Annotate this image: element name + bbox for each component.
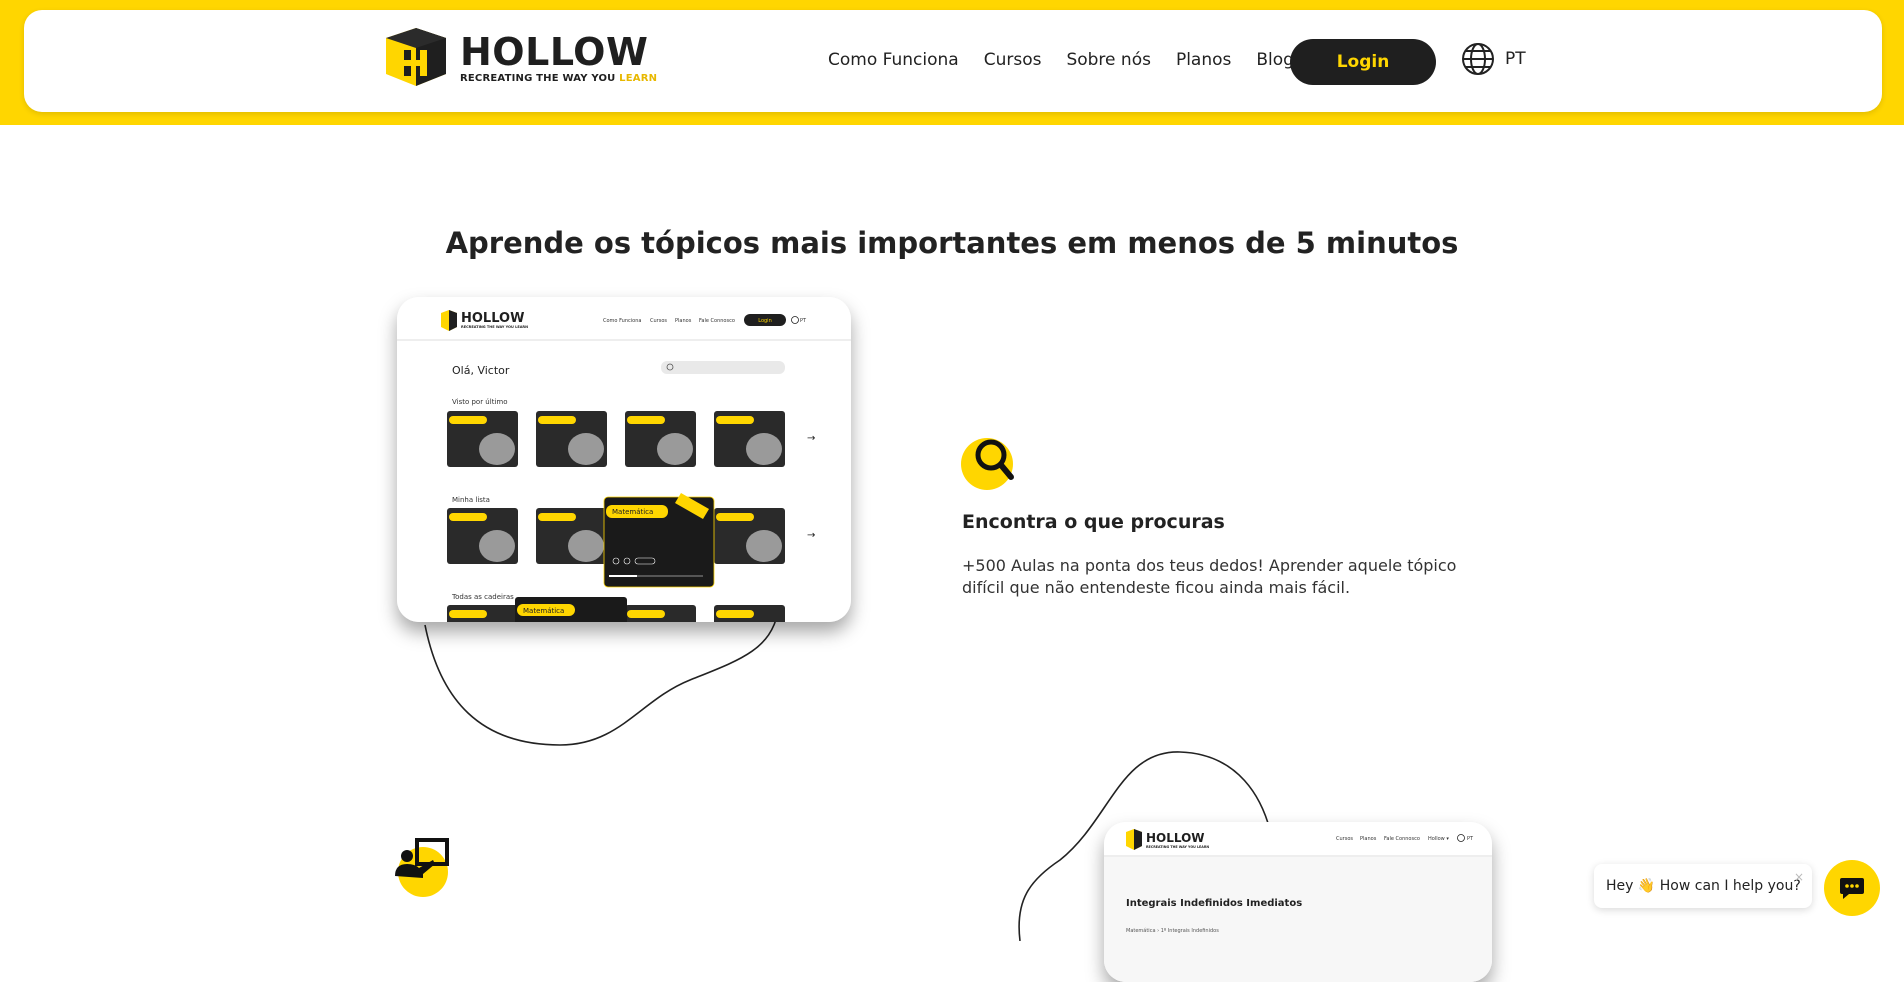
- language-label: PT: [1505, 49, 1526, 69]
- lesson-mockup-image: HOLLOW RECREATING THE WAY YOU LEARN Curs…: [1104, 822, 1492, 982]
- svg-text:Olá, Victor: Olá, Victor: [452, 364, 510, 377]
- svg-text:Todas as cadeiras: Todas as cadeiras: [451, 593, 514, 601]
- mock-nav-0: Como Funciona: [603, 318, 641, 324]
- nav-link-sobre-nos[interactable]: Sobre nós: [1066, 50, 1151, 70]
- mock-nav-3: Fale Connosco: [699, 318, 735, 324]
- svg-text:Hollow ▾: Hollow ▾: [1428, 836, 1449, 842]
- feature-description: +500 Aulas na ponta dos teus dedos! Apre…: [962, 556, 1457, 597]
- svg-text:Matemática › 1º Integrais In: Matemática › 1º Integrais Indefinidos: [1126, 927, 1219, 934]
- decorative-curves: [424, 611, 1271, 941]
- dashboard-mockup-image: HOLLOW RECREATING THE WAY YOU LEARN Como…: [397, 297, 851, 622]
- logo[interactable]: HOLLOW RECREATING THE WAY YOU LEARN: [382, 28, 657, 88]
- svg-text:PT: PT: [1467, 836, 1474, 842]
- feature-title: Encontra o que procuras: [962, 511, 1225, 533]
- svg-text:Cursos: Cursos: [1336, 836, 1353, 842]
- svg-text:→: →: [807, 433, 815, 444]
- svg-text:RECREATING THE WAY YOU LEARN: RECREATING THE WAY YOU LEARN: [461, 325, 528, 329]
- chat-launcher-button[interactable]: [1824, 860, 1880, 916]
- svg-text:Matemática: Matemática: [523, 607, 564, 615]
- chat-icon: [1840, 878, 1864, 899]
- svg-text:RECREATING THE WAY YOU LEARN: RECREATING THE WAY YOU LEARN: [1146, 845, 1209, 849]
- app-preview-lesson: HOLLOW RECREATING THE WAY YOU LEARN Curs…: [1104, 822, 1492, 982]
- language-selector[interactable]: PT: [1461, 42, 1526, 76]
- logo-tagline: RECREATING THE WAY YOU LEARN: [460, 72, 658, 84]
- svg-text:Integrais Indefinidos Imediato: Integrais Indefinidos Imediatos: [1126, 898, 1302, 909]
- main-nav: Como Funciona Cursos Sobre nós Planos Bl…: [828, 50, 1294, 70]
- mock-nav-2: Planos: [675, 318, 692, 324]
- mock-nav-1: Cursos: [650, 318, 667, 324]
- svg-text:→: →: [807, 530, 815, 541]
- nav-link-como-funciona[interactable]: Como Funciona: [828, 50, 959, 70]
- svg-text:PT: PT: [800, 318, 807, 324]
- svg-text:Minha lista: Minha lista: [452, 496, 490, 504]
- logo-mark-icon: [386, 28, 446, 86]
- nav-link-planos[interactable]: Planos: [1176, 50, 1231, 70]
- svg-text:Matemática: Matemática: [612, 508, 653, 516]
- section-title: Aprende os tópicos mais importantes em m…: [445, 226, 1459, 260]
- svg-text:HOLLOW: HOLLOW: [461, 311, 524, 326]
- presentation-icon: [395, 838, 449, 897]
- nav-link-blog[interactable]: Blog: [1256, 50, 1294, 70]
- app-preview-dashboard: HOLLOW RECREATING THE WAY YOU LEARN Como…: [397, 297, 851, 622]
- search-feature-icon: [961, 438, 1014, 490]
- globe-icon: [1462, 43, 1494, 75]
- svg-text:Fale Connosco: Fale Connosco: [1384, 836, 1420, 842]
- svg-text:Planos: Planos: [1360, 836, 1377, 842]
- chat-close-icon[interactable]: ×: [1794, 870, 1804, 884]
- nav-link-cursos[interactable]: Cursos: [984, 50, 1042, 70]
- chat-greeting-bubble[interactable]: Hey 👋 How can I help you? ×: [1594, 864, 1812, 908]
- svg-text:Visto por último: Visto por último: [452, 398, 507, 406]
- login-button[interactable]: Login: [1290, 39, 1436, 85]
- svg-text:Login: Login: [758, 318, 772, 324]
- chat-greeting-text: Hey 👋 How can I help you?: [1606, 878, 1801, 894]
- svg-text:HOLLOW: HOLLOW: [1146, 831, 1205, 845]
- logo-word: HOLLOW: [460, 29, 649, 74]
